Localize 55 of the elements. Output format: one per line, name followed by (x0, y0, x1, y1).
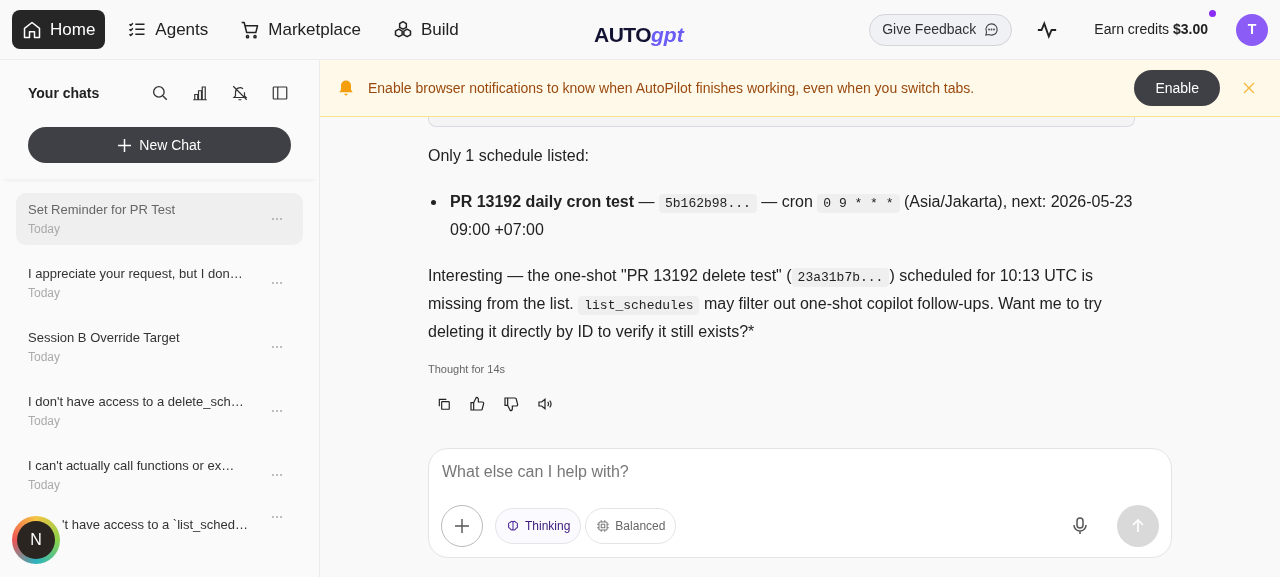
copy-icon[interactable] (437, 396, 451, 411)
brain-icon (506, 518, 520, 533)
user-avatar[interactable]: T (1236, 13, 1268, 46)
sidebar-panel-icon[interactable] (271, 84, 289, 102)
microphone-icon[interactable] (1072, 516, 1088, 535)
enable-button[interactable]: Enable (1134, 70, 1220, 106)
chat-date: Today (28, 476, 62, 494)
cubes-icon (392, 19, 413, 40)
chat-date: Today (28, 284, 62, 302)
chat-list-item[interactable]: I appreciate your request, but I don… Today (16, 257, 303, 309)
chat-title: Set Reminder for PR Test (28, 201, 177, 220)
chip-icon (596, 518, 611, 533)
chat-title: I appreciate your request, but I don… (28, 265, 244, 284)
chat-title: I don't have access to a delete_sch… (28, 393, 245, 412)
nav-tab[interactable]: Agents (117, 10, 219, 49)
notification-banner-text: Enable browser notifications to know when AutoPilot finishes working, even when you switch tabs. (368, 78, 975, 98)
search-icon[interactable] (151, 84, 169, 102)
new-chat-button[interactable]: New Chat (28, 127, 291, 163)
bar-chart-icon[interactable] (191, 84, 209, 102)
floating-avatar-button[interactable]: N (12, 516, 60, 564)
cart-icon (240, 19, 261, 40)
chat-title: 't have access to a `list_sched… (62, 516, 249, 534)
give-feedback-button[interactable]: Give Feedback (869, 13, 1013, 46)
chat-title: I can't actually call functions or ex… (28, 457, 236, 476)
logo[interactable]: AUTOgpt (594, 10, 684, 50)
chat-list-item[interactable]: I don't have access to a delete_sch… Today (16, 385, 303, 437)
chat-date: Today (28, 220, 62, 238)
nav-tab[interactable]: Home (12, 10, 106, 49)
thought-duration: Thought for 14s (428, 362, 507, 377)
chat-date: Today (28, 412, 62, 430)
earn-credits-link[interactable]: Earn credits $3.00 (1094, 19, 1208, 40)
thumbs-down-icon[interactable] (503, 395, 519, 412)
arrow-up-icon (1131, 518, 1145, 533)
plus-icon (118, 138, 132, 152)
bell-off-icon[interactable] (231, 84, 249, 102)
home-icon (22, 19, 42, 40)
thumbs-up-icon[interactable] (469, 395, 485, 412)
chat-list-item[interactable]: Session B Override Target Today (16, 321, 303, 373)
chat-bubble-icon (984, 22, 1000, 37)
plus-icon (454, 517, 470, 534)
chat-list-item[interactable]: I can't actually call functions or ex… Today (16, 449, 303, 501)
mode-chip[interactable]: Thinking (495, 507, 582, 544)
message-paragraph: Only 1 schedule listed: (428, 146, 590, 166)
message-input-field[interactable]: What else can I help with? (441, 458, 1159, 485)
chat-list-item[interactable]: Set Reminder for PR Test Today (16, 193, 303, 245)
sidebar-title: Your chats (28, 83, 100, 103)
message-paragraph: Interesting — the one-shot "PR 13192 delete test" ( 23a31b7b... ) scheduled for 10:13 UTC is missing from the list. list_schedules may filter out one-shot copilot follow-ups. Want me to try deleting it directly by ID to verify it still exists?* (428, 266, 1103, 342)
chat-title: Session B Override Target (28, 329, 181, 348)
chat-date: Today (28, 348, 62, 366)
bullet-item: PR 13192 daily cron test — 5b162b98... — cron 0 9 * * * (Asia/Jakarta), next: 2026-05-23 09:00 +07:00 (428, 189, 1135, 243)
speaker-icon[interactable] (537, 395, 553, 412)
nav-tab[interactable]: Marketplace (230, 10, 371, 49)
mode-chip[interactable]: Balanced (585, 507, 677, 544)
chat-list-item[interactable]: 't have access to a `list_sched… (62, 513, 303, 565)
nav-tab[interactable]: Build (382, 10, 469, 49)
